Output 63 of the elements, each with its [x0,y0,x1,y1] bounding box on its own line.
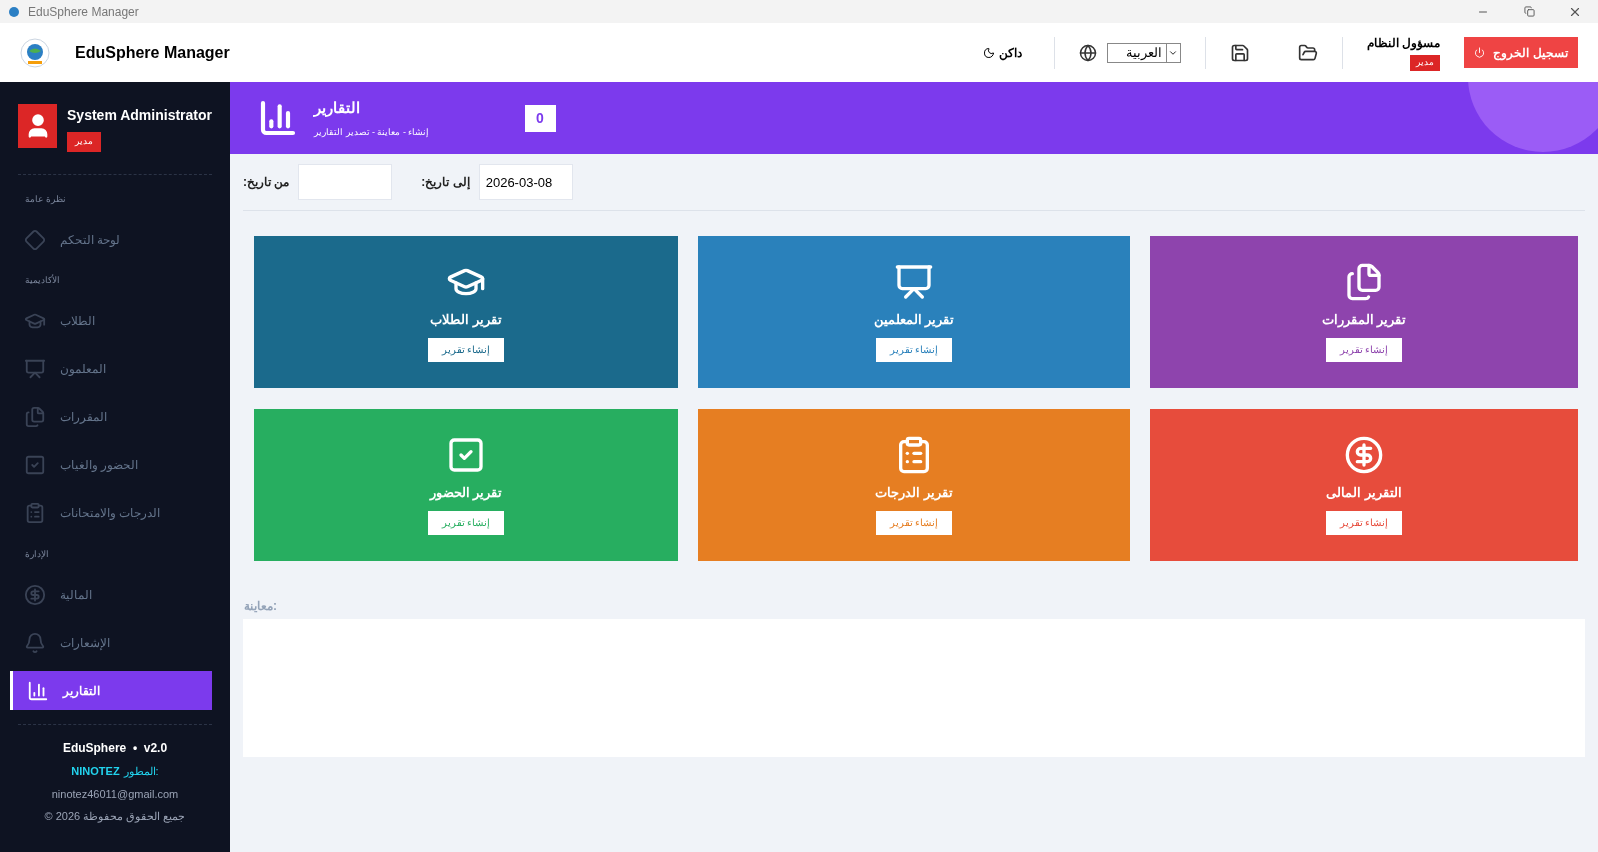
language-select[interactable]: العربية [1106,42,1181,63]
folder-icon[interactable] [1297,42,1318,63]
role-badge: مدير [1410,55,1440,71]
preview-label: معاينة: [244,598,277,615]
create-report-button[interactable]: إنشاء تقرير [1326,337,1402,362]
documents-icon [24,406,46,428]
sidebar-item[interactable]: المقررات [18,397,212,437]
section-label: الإدارة [24,547,50,561]
window-title: EduSphere Manager [28,3,139,21]
logo-icon [20,37,50,68]
sidebar-item[interactable]: المعلمون [18,349,212,389]
create-report-button[interactable]: إنشاء تقرير [1326,510,1402,535]
bell-icon [24,631,46,654]
sidebar-item[interactable]: التقارير [10,671,212,710]
bar-chart-icon [258,98,298,138]
card-title: تقرير المعلمين [873,311,955,330]
sidebar-item[interactable]: الدرجات والامتحانات [18,493,212,533]
version-text: EduSphere • v2.0 [62,740,168,757]
bar-chart-icon [27,679,49,702]
theme-toggle[interactable]: داكن [974,43,1030,62]
card-title: تقرير الحضور [429,484,503,503]
from-date-label: :من تاريخ [243,174,290,191]
page-title: التقارير [314,98,360,119]
card-title: تقرير الدرجات [875,484,953,503]
app-name: EduSphere Manager [75,42,230,63]
create-report-button[interactable]: إنشاء تقرير [428,337,504,362]
to-date-field[interactable]: 2026-03-08 [478,164,573,200]
card-title: تقرير الطلاب [430,311,502,330]
role-badge: مدير [67,132,102,152]
checkbox-icon [24,454,46,476]
moon-icon [982,46,995,59]
app-icon [8,5,20,18]
save-icon[interactable] [1229,42,1250,63]
to-date-label: :إلى تاريخ [421,174,470,191]
sidebar-item[interactable]: المالية [18,575,212,614]
copyright-text: جميع الحقوق محفوظة 2026 © [44,809,186,825]
email-text: ninotez46011@gmail.com [51,786,179,802]
developer-label: المطور: [123,764,159,780]
sidebar-item[interactable]: الإشعارات [18,623,212,662]
restore-icon [1523,6,1535,17]
create-report-button[interactable]: إنشاء تقرير [428,510,504,535]
count-badge: 0 [524,104,556,132]
page-subtitle: إنشاء - معاينة - تصدير التقارير [314,125,430,139]
sidebar-item[interactable]: الحضور والغياب [18,445,212,485]
documents-icon [1344,262,1384,303]
power-icon [1474,47,1486,58]
from-date-field[interactable] [298,164,393,200]
section-label: الأكاديمية [24,274,61,287]
card-title: التقرير المالى [1326,484,1402,503]
card-title: تقرير المقررات [1321,311,1407,330]
diamond-icon [24,228,46,251]
globe-icon [1078,43,1097,62]
sidebar-item[interactable]: لوحة التحكم [18,220,212,259]
clipboard-icon [24,502,46,524]
create-report-button[interactable]: إنشاء تقرير [876,510,952,535]
create-report-button[interactable]: إنشاء تقرير [876,337,952,362]
logout-button[interactable]: تسجيل الخروج [1464,37,1578,68]
sidebar-item[interactable]: الطلاب [18,301,212,341]
user-name: مسؤول النظام [1366,35,1440,53]
avatar-icon [18,104,58,148]
developer-name: NINOTEZ [71,764,120,779]
sidebar-user-name: System Administrator [67,106,212,125]
section-label: نظرة عامة [24,192,67,206]
